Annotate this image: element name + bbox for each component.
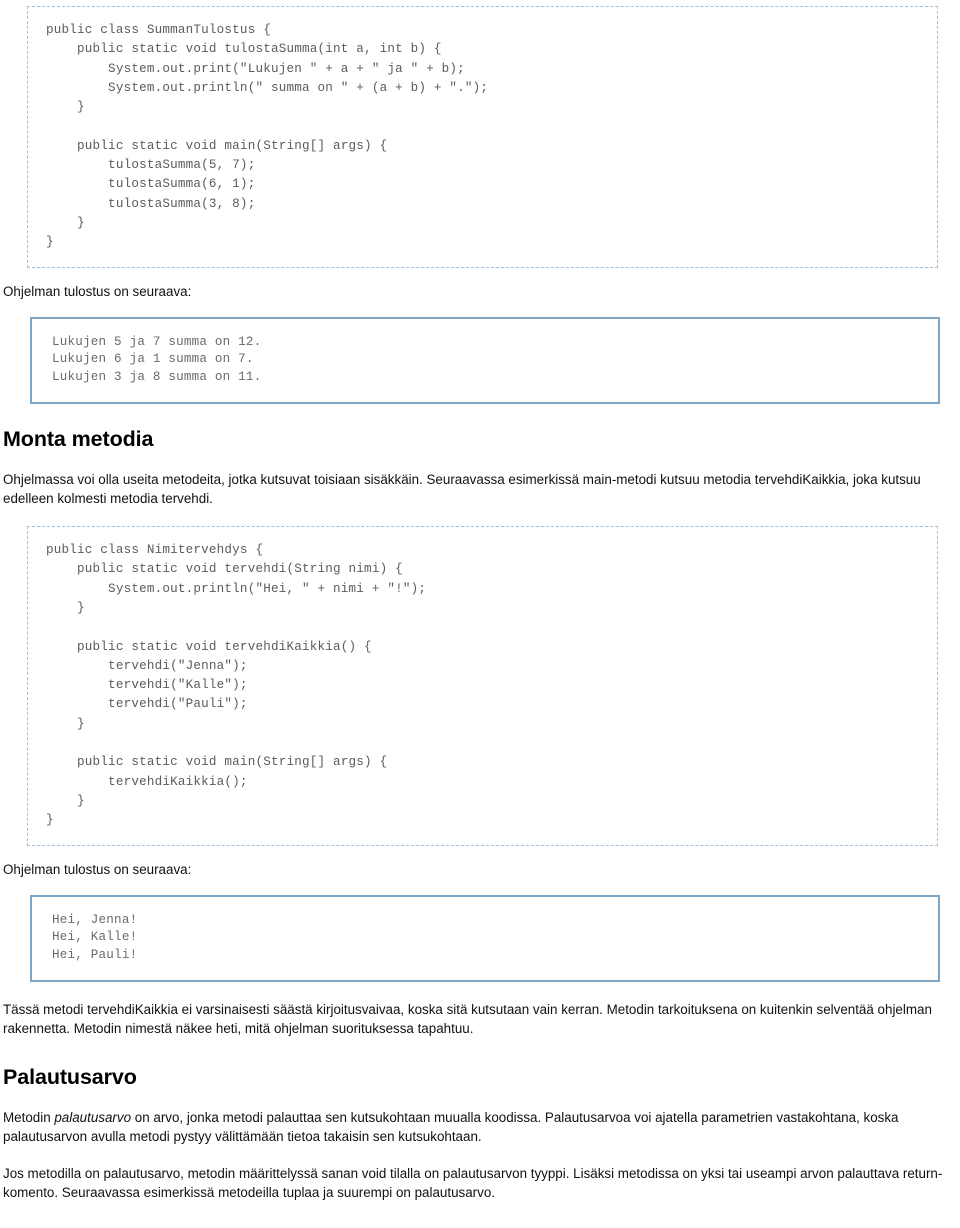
- paragraph-text-after: on arvo, jonka metodi palauttaa sen kuts…: [3, 1110, 899, 1145]
- output-line: Hei, Pauli!: [52, 947, 138, 962]
- code-line: System.out.println("Hei, " + nimi + "!")…: [46, 581, 427, 596]
- paragraph-palautusarvo-1: Metodin palautusarvo on arvo, jonka meto…: [0, 1108, 960, 1146]
- code-line: public static void tervehdiKaikkia() {: [46, 639, 372, 654]
- output-block-summan-tulostus: Lukujen 5 ja 7 summa on 12. Lukujen 6 ja …: [30, 316, 940, 405]
- document-page: public class SummanTulostus { public sta…: [0, 0, 960, 1214]
- paragraph-monta-metodia: Ohjelmassa voi olla useita metodeita, jo…: [3, 472, 921, 507]
- output-line: Lukujen 5 ja 7 summa on 12.: [52, 334, 262, 349]
- code-line: }: [46, 793, 85, 808]
- code-block-summan-tulostus: public class SummanTulostus { public sta…: [27, 6, 938, 268]
- heading-palautusarvo: Palautusarvo: [3, 1065, 137, 1090]
- emphasis-palautusarvo: palautusarvo: [54, 1110, 132, 1126]
- output-line: Hei, Kalle!: [52, 930, 138, 945]
- code-line: }: [46, 716, 85, 731]
- paragraph-tassa-metodi: Tässä metodi tervehdiKaikkia ei varsinai…: [3, 1002, 932, 1037]
- output-caption-2: Ohjelman tulostus on seuraava:: [3, 861, 192, 877]
- code-line: }: [46, 235, 54, 250]
- code-line: tulostaSumma(6, 1);: [46, 177, 256, 192]
- paragraph-palautusarvo-2: Jos metodilla on palautusarvo, metodin m…: [3, 1166, 943, 1201]
- code-line: }: [46, 600, 85, 615]
- output-line: Hei, Jenna!: [52, 912, 138, 927]
- code-line: tervehdi("Pauli");: [46, 697, 248, 712]
- paragraph-text-before: Metodin: [3, 1110, 55, 1126]
- code-line: tulostaSumma(5, 7);: [46, 158, 256, 173]
- code-line: }: [46, 100, 85, 115]
- code-line: }: [46, 813, 54, 828]
- code-line: public class Nimitervehdys {: [46, 543, 264, 558]
- output-block-nimitervehdys: Hei, Jenna! Hei, Kalle! Hei, Pauli!: [30, 894, 940, 983]
- code-line: tervehdi("Kalle");: [46, 678, 248, 693]
- code-line: public static void tervehdi(String nimi)…: [46, 562, 403, 577]
- code-line: public static void main(String[] args) {: [46, 755, 388, 770]
- output-line: Lukujen 3 ja 8 summa on 11.: [52, 369, 262, 384]
- code-line: public static void main(String[] args) {: [46, 138, 388, 153]
- code-line: tervehdi("Jenna");: [46, 658, 248, 673]
- code-line: tulostaSumma(3, 8);: [46, 196, 256, 211]
- code-line: public static void tulostaSumma(int a, i…: [46, 42, 442, 57]
- code-line: System.out.print("Lukujen " + a + " ja "…: [46, 61, 465, 76]
- code-line: tervehdiKaikkia();: [46, 774, 248, 789]
- code-line: public class SummanTulostus {: [46, 23, 271, 37]
- code-line: System.out.println(" summa on " + (a + b…: [46, 80, 489, 95]
- output-caption-1: Ohjelman tulostus on seuraava:: [3, 283, 192, 299]
- heading-monta-metodia: Monta metodia: [3, 427, 154, 452]
- code-line: }: [46, 215, 85, 230]
- output-line: Lukujen 6 ja 1 summa on 7.: [52, 352, 254, 367]
- code-block-nimitervehdys: public class Nimitervehdys { public stat…: [27, 526, 938, 846]
